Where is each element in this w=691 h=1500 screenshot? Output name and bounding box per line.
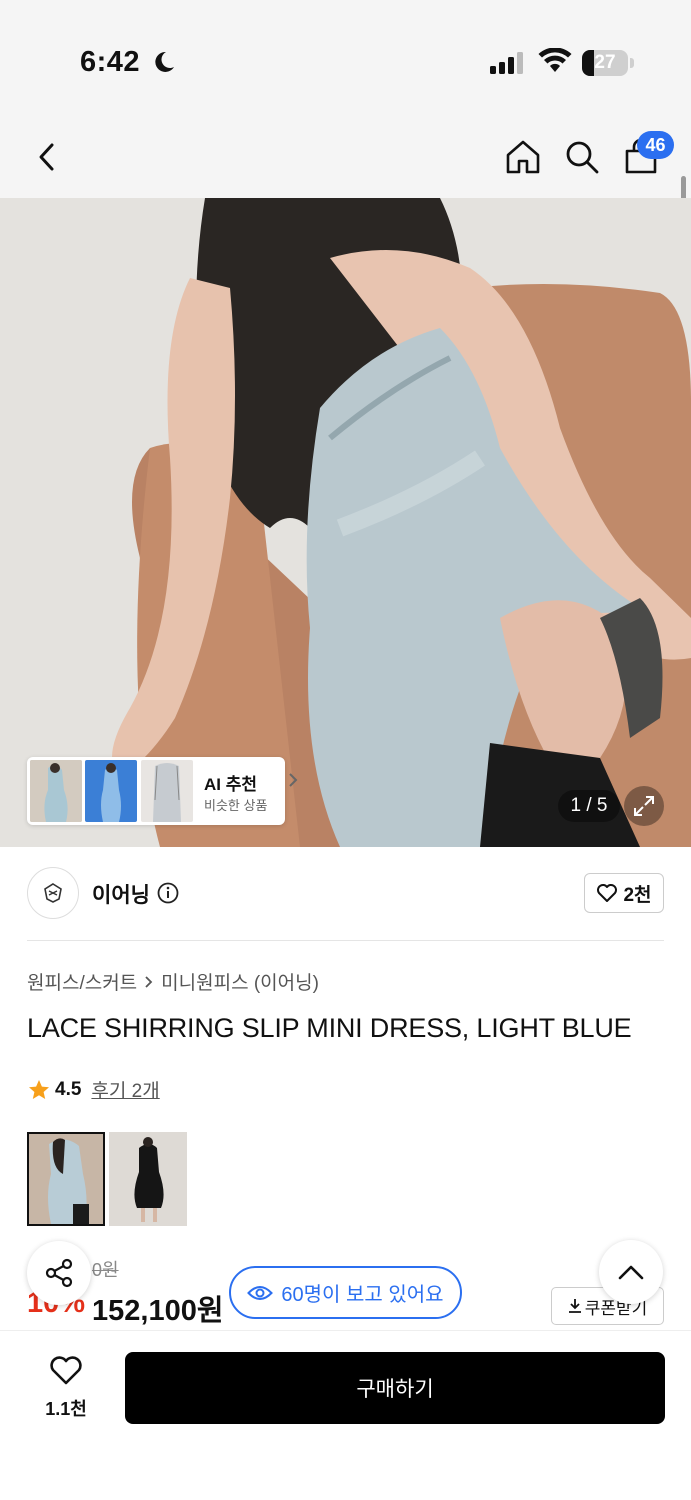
ai-card-title: AI 추천 [204, 775, 258, 794]
ai-thumbnail [141, 760, 193, 822]
expand-icon [634, 796, 654, 816]
back-button[interactable] [22, 132, 72, 182]
search-icon [566, 141, 599, 174]
viewers-text: 60명이 보고 있어요 [281, 1284, 444, 1306]
star-icon [29, 1079, 49, 1099]
share-button[interactable] [27, 1241, 91, 1305]
heart-icon [597, 884, 618, 902]
wifi-icon [538, 48, 572, 72]
cart-count-badge: 46 [637, 131, 674, 159]
rating-score: 4.5 [55, 1078, 82, 1100]
image-counter: 1 / 5 [558, 790, 620, 822]
heart-icon [50, 1356, 82, 1385]
brand-name[interactable]: 이어닝 [92, 879, 150, 909]
product-hero-image[interactable] [0, 198, 691, 847]
sale-price: 152,100원 [92, 1295, 224, 1327]
back-icon [39, 143, 54, 171]
status-bar: 6:42 27 [0, 0, 691, 120]
breadcrumb: 원피스/스커트 미니원피스 (이어닝) [27, 968, 319, 995]
signal-icon [490, 52, 523, 74]
ai-recommendation-card[interactable]: AI 추천 비슷한 상품 [27, 757, 298, 825]
brand-like-count: 2천 [623, 884, 652, 906]
battery-cap [630, 58, 634, 68]
wishlist-button[interactable]: 1.1천 [30, 1356, 102, 1421]
review-count-link[interactable]: 후기 2개 [91, 1076, 159, 1103]
info-icon[interactable] [157, 882, 179, 904]
variant-black[interactable] [109, 1132, 187, 1226]
moon-icon [155, 51, 174, 72]
buy-button[interactable]: 구매하기 [125, 1352, 665, 1424]
home-icon [506, 140, 540, 174]
search-button[interactable] [557, 132, 607, 182]
viewers-pill: 60명이 보고 있어요 [229, 1266, 462, 1319]
battery-indicator: 27 [582, 50, 628, 76]
chevron-up-icon [618, 1265, 644, 1280]
download-icon [568, 1299, 581, 1313]
product-title: LACE SHIRRING SLIP MINI DRESS, LIGHT BLU… [27, 1013, 632, 1043]
eye-icon [247, 1285, 274, 1300]
ai-thumbnail [85, 760, 137, 822]
expand-image-button[interactable] [624, 786, 664, 826]
original-price: 0원 [92, 1260, 119, 1280]
chevron-right-icon [289, 773, 298, 787]
brand-logo[interactable] [27, 867, 79, 919]
breadcrumb-item[interactable]: 미니원피스 (이어닝) [161, 968, 319, 995]
wishlist-count: 1.1천 [45, 1399, 87, 1419]
chevron-right-icon [145, 975, 153, 988]
ai-thumbnail [30, 760, 82, 822]
share-icon [45, 1258, 73, 1288]
variant-light-blue[interactable] [27, 1132, 105, 1226]
product-photo [0, 198, 691, 847]
battery-percent: 27 [594, 52, 616, 73]
top-nav [0, 120, 691, 198]
ai-card-subtitle: 비슷한 상품 [204, 798, 268, 813]
scroll-top-button[interactable] [599, 1240, 663, 1304]
brand-like-button[interactable]: 2천 [584, 873, 664, 913]
status-time: 6:42 [80, 46, 141, 78]
brand-logo-icon [44, 883, 62, 903]
breadcrumb-item[interactable]: 원피스/스커트 [27, 968, 137, 995]
home-button[interactable] [498, 132, 548, 182]
product-rating[interactable]: 4.5 후기 2개 [27, 1076, 160, 1103]
divider [27, 940, 664, 941]
